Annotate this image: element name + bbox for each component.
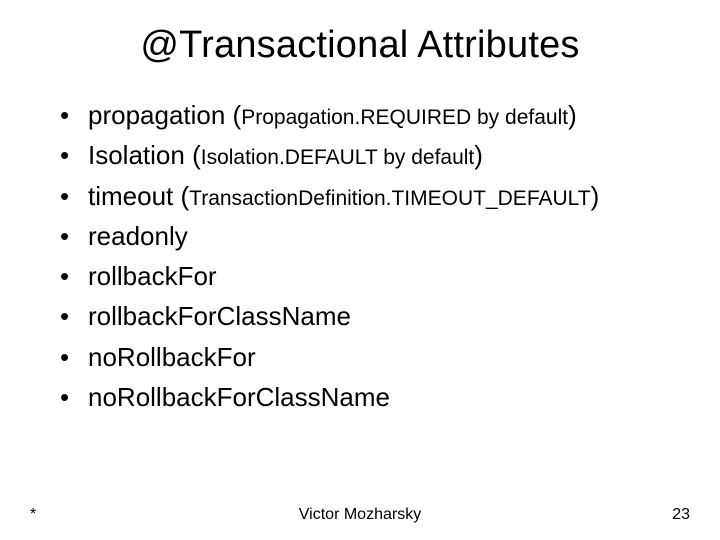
list-item: readonly [60, 216, 680, 256]
slide: @Transactional Attributes propagation (P… [0, 0, 720, 540]
slide-title: @Transactional Attributes [40, 24, 680, 67]
item-main: propagation ( [88, 100, 241, 130]
list-item: timeout (TransactionDefinition.TIMEOUT_D… [60, 176, 680, 216]
item-main: Isolation ( [88, 140, 201, 170]
item-sub: TransactionDefinition.TIMEOUT_DEFAULT [189, 187, 590, 210]
footer-date: * [30, 506, 36, 524]
footer-author: Victor Mozharsky [299, 506, 421, 524]
item-main: rollbackFor [88, 261, 217, 291]
list-item: Isolation (Isolation.DEFAULT by default) [60, 135, 680, 175]
footer-page-number: 23 [672, 506, 690, 524]
item-main: readonly [88, 221, 188, 251]
item-sub: Propagation.REQUIRED by default [241, 106, 568, 129]
item-tail: ) [591, 181, 600, 211]
list-item: propagation (Propagation.REQUIRED by def… [60, 95, 680, 135]
item-main: timeout ( [88, 181, 189, 211]
list-item: rollbackForClassName [60, 296, 680, 336]
item-tail: ) [474, 140, 483, 170]
bullet-list: propagation (Propagation.REQUIRED by def… [40, 95, 680, 417]
item-main: rollbackForClassName [88, 301, 351, 331]
item-tail: ) [568, 100, 577, 130]
item-sub: Isolation.DEFAULT by default [201, 146, 475, 169]
list-item: noRollbackFor [60, 337, 680, 377]
item-main: noRollbackForClassName [88, 382, 390, 412]
list-item: rollbackFor [60, 256, 680, 296]
slide-footer: * Victor Mozharsky 23 [0, 506, 720, 524]
item-main: noRollbackFor [88, 342, 256, 372]
list-item: noRollbackForClassName [60, 377, 680, 417]
